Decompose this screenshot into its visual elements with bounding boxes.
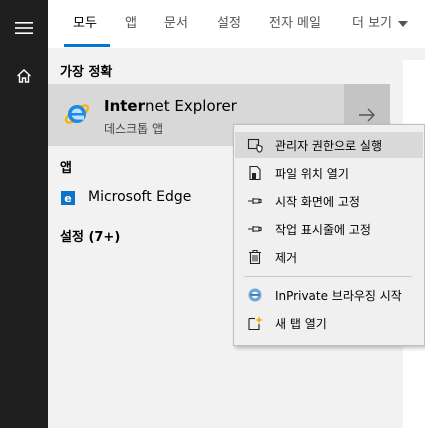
caret-down-icon bbox=[398, 21, 409, 27]
best-match-title: Internet Explorer bbox=[104, 97, 237, 115]
menu-item-label: 시작 화면에 고정 bbox=[275, 194, 360, 209]
inprivate-icon bbox=[247, 287, 263, 303]
active-tab-indicator bbox=[64, 44, 110, 47]
menu-item-label: 파일 위치 열기 bbox=[275, 166, 349, 181]
trash-icon bbox=[247, 249, 263, 265]
menu-item-run-as-admin[interactable]: 관리자 권한으로 실행 bbox=[235, 132, 423, 158]
menu-item-open-file-location[interactable]: 파일 위치 열기 bbox=[235, 160, 423, 186]
settings-section-heading[interactable]: 설정 (7+) bbox=[60, 226, 120, 245]
tab-more-label: 더 보기 bbox=[352, 16, 393, 31]
menu-item-pin-to-taskbar[interactable]: 작업 표시줄에 고정 bbox=[235, 216, 423, 242]
menu-item-pin-to-start[interactable]: 시작 화면에 고정 bbox=[235, 188, 423, 214]
hamburger-menu-icon[interactable] bbox=[0, 4, 48, 52]
best-match-title-highlight: Inter bbox=[104, 97, 146, 115]
menu-item-inprivate[interactable]: InPrivate 브라우징 시작 bbox=[235, 282, 423, 308]
left-rail bbox=[0, 0, 48, 428]
menu-item-label: 관리자 권한으로 실행 bbox=[275, 138, 382, 153]
menu-separator bbox=[244, 276, 412, 277]
internet-explorer-icon bbox=[64, 104, 90, 124]
menu-item-label: 새 탭 열기 bbox=[275, 316, 327, 331]
tab-all[interactable]: 모두 bbox=[73, 0, 97, 48]
microsoft-edge-icon: e bbox=[61, 191, 75, 205]
run-as-admin-icon bbox=[247, 137, 263, 153]
apps-section-heading: 앱 bbox=[60, 161, 72, 176]
context-menu: 관리자 권한으로 실행 파일 위치 열기 시작 화면에 고정 작업 표시줄에 고… bbox=[233, 124, 425, 346]
search-filter-tabs: 모두 앱 문서 설정 전자 메일 더 보기 bbox=[48, 0, 425, 48]
menu-item-label: 제거 bbox=[275, 250, 298, 265]
microsoft-edge-label: Microsoft Edge bbox=[88, 189, 192, 205]
menu-item-label: InPrivate 브라우징 시작 bbox=[275, 288, 402, 303]
tab-more[interactable]: 더 보기 bbox=[352, 0, 409, 48]
menu-item-new-tab[interactable]: 새 탭 열기 bbox=[235, 310, 423, 336]
tab-email[interactable]: 전자 메일 bbox=[269, 0, 321, 48]
tab-documents[interactable]: 문서 bbox=[164, 0, 188, 48]
best-match-heading: 가장 정확 bbox=[60, 65, 113, 80]
pin-icon bbox=[247, 221, 263, 237]
best-match-type: 데스크톱 앱 bbox=[104, 122, 164, 136]
menu-item-label: 작업 표시줄에 고정 bbox=[275, 222, 371, 237]
new-tab-icon bbox=[247, 315, 263, 331]
tab-apps[interactable]: 앱 bbox=[125, 0, 137, 48]
menu-item-uninstall[interactable]: 제거 bbox=[235, 244, 423, 270]
arrow-right-icon bbox=[359, 108, 375, 122]
tab-settings[interactable]: 설정 bbox=[217, 0, 241, 48]
pin-icon bbox=[247, 193, 263, 209]
best-match-title-rest: net Explorer bbox=[145, 97, 237, 115]
file-location-icon bbox=[247, 165, 263, 181]
home-icon[interactable] bbox=[0, 52, 48, 100]
